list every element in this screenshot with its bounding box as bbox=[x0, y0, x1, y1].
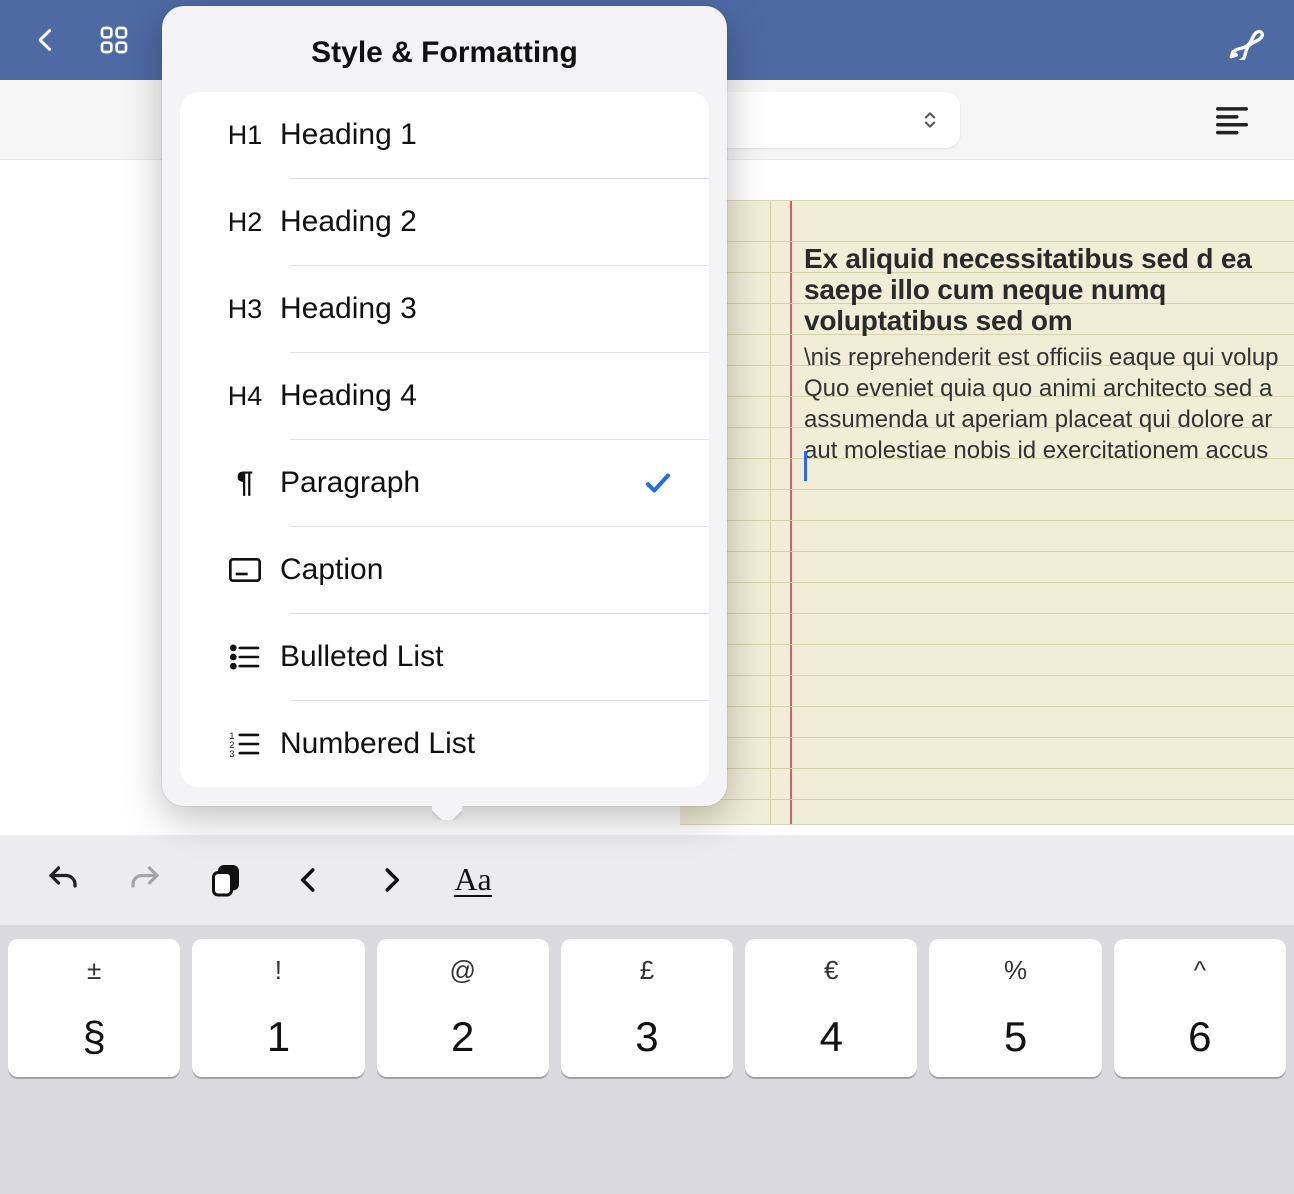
clipboard-button[interactable] bbox=[204, 857, 250, 903]
popover-arrow bbox=[432, 805, 462, 820]
style-option-paragraph[interactable]: ¶ Paragraph bbox=[180, 440, 709, 526]
document-body-line: \nis reprehenderit est officiis eaque qu… bbox=[804, 342, 1294, 373]
prefix-h2: H2 bbox=[210, 207, 280, 238]
key-1[interactable]: !1 bbox=[192, 939, 364, 1077]
prefix-h3: H3 bbox=[210, 294, 280, 325]
style-option-heading4[interactable]: H4 Heading 4 bbox=[180, 353, 709, 439]
align-left-icon bbox=[1213, 101, 1251, 139]
bulleted-list-icon bbox=[210, 644, 280, 670]
key-5[interactable]: %5 bbox=[929, 939, 1101, 1077]
paper-rule-red bbox=[790, 201, 792, 824]
next-button[interactable] bbox=[368, 857, 414, 903]
style-option-heading2[interactable]: H2 Heading 2 bbox=[180, 179, 709, 265]
style-option-heading1[interactable]: H1 Heading 1 bbox=[180, 92, 709, 178]
paper-rule-gray bbox=[770, 201, 771, 824]
onscreen-keyboard: ±§ !1 @2 £3 €4 %5 ^6 bbox=[0, 925, 1294, 1194]
style-menu: H1 Heading 1 H2 Heading 2 H3 Heading 3 H… bbox=[180, 92, 709, 787]
text-cursor bbox=[804, 451, 807, 481]
align-left-button[interactable] bbox=[1210, 98, 1254, 142]
style-option-caption[interactable]: Caption bbox=[180, 527, 709, 613]
key-2[interactable]: @2 bbox=[377, 939, 549, 1077]
chevron-up-down-icon bbox=[920, 106, 940, 134]
prev-button[interactable] bbox=[286, 857, 332, 903]
popover-title: Style & Formatting bbox=[180, 36, 709, 70]
svg-text:3: 3 bbox=[229, 749, 234, 757]
style-option-bulleted-list[interactable]: Bulleted List bbox=[180, 614, 709, 700]
prefix-h4: H4 bbox=[210, 381, 280, 412]
caption-icon bbox=[210, 557, 280, 583]
prefix-h1: H1 bbox=[210, 120, 280, 151]
key-section[interactable]: ±§ bbox=[8, 939, 180, 1077]
text-format-icon: Aa bbox=[454, 863, 491, 897]
document-heading: Ex aliquid necessitatibus sed d ea saepe… bbox=[804, 243, 1294, 336]
style-formatting-popover: Style & Formatting H1 Heading 1 H2 Headi… bbox=[162, 6, 727, 806]
undo-button[interactable] bbox=[40, 857, 86, 903]
draw-mode-button[interactable] bbox=[1226, 18, 1270, 62]
style-option-heading3[interactable]: H3 Heading 3 bbox=[180, 266, 709, 352]
document-body-line: aut molestiae nobis id exercitationem ac… bbox=[804, 435, 1294, 466]
document-body-line: Quo eveniet quia quo animi architecto se… bbox=[804, 373, 1294, 404]
redo-icon bbox=[127, 862, 163, 898]
back-button[interactable] bbox=[24, 18, 68, 62]
key-3[interactable]: £3 bbox=[561, 939, 733, 1077]
editor-toolbar: Aa bbox=[0, 835, 1294, 925]
numbered-list-icon: 123 bbox=[210, 731, 280, 757]
key-6[interactable]: ^6 bbox=[1114, 939, 1286, 1077]
style-option-numbered-list[interactable]: 123 Numbered List bbox=[180, 701, 709, 787]
redo-button[interactable] bbox=[122, 857, 168, 903]
text-format-button[interactable]: Aa bbox=[450, 857, 496, 903]
checkmark-icon bbox=[643, 468, 679, 498]
document-body-line: assumenda ut aperiam placeat qui dolore … bbox=[804, 404, 1294, 435]
apps-grid-button[interactable] bbox=[92, 18, 136, 62]
document-content: Ex aliquid necessitatibus sed d ea saepe… bbox=[804, 243, 1294, 466]
undo-icon bbox=[45, 862, 81, 898]
chevron-left-icon bbox=[294, 865, 324, 895]
clipboard-icon bbox=[209, 862, 245, 898]
pilcrow-icon: ¶ bbox=[210, 466, 280, 500]
key-4[interactable]: €4 bbox=[745, 939, 917, 1077]
document-page[interactable]: Ex aliquid necessitatibus sed d ea saepe… bbox=[680, 200, 1294, 825]
chevron-right-icon bbox=[376, 865, 406, 895]
